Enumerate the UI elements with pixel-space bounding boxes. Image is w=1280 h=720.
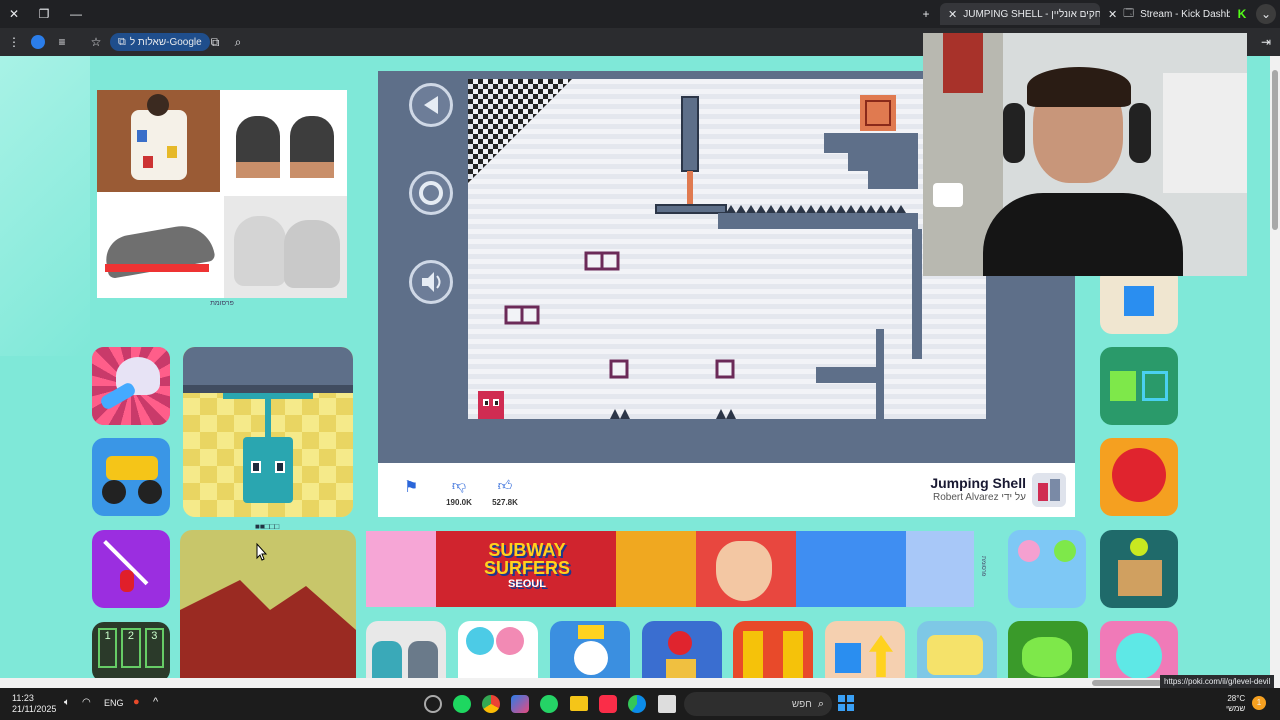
vertical-scrollbar[interactable] <box>1270 56 1280 678</box>
tab-search-icon[interactable]: ⌄ <box>1256 4 1276 24</box>
task-view-icon[interactable] <box>658 695 676 713</box>
game-title: Jumping Shell <box>930 475 1026 491</box>
close-window-icon[interactable]: ✕ <box>4 4 24 24</box>
game-thumbnail-icon <box>1032 473 1066 507</box>
star-icon[interactable]: ☆ <box>86 32 106 52</box>
like-button[interactable]: 👍︎ 527.8K <box>488 477 522 507</box>
microphone-icon[interactable]: ● <box>133 696 140 708</box>
ad-sneaker-image-1[interactable] <box>224 90 347 192</box>
game-title-block: Jumping Shell Robert Alvarez על ידי <box>898 475 1026 503</box>
subway-surfers-banner[interactable]: SUBWAY SURFERS SEOUL <box>366 531 974 607</box>
game-tile-numbers[interactable]: 1 2 3 <box>92 622 170 678</box>
game-tile-bubble[interactable] <box>1100 621 1178 678</box>
dislike-button[interactable]: 👎︎ 190.0K <box>442 477 476 507</box>
kick-icon[interactable]: K <box>1232 4 1252 24</box>
thumbs-up-icon: 👍︎ <box>497 477 513 493</box>
tab-jumping-shell[interactable]: ✕ JUMPING SHELL - משחקים אונליין <box>940 3 1100 25</box>
extension-icon[interactable] <box>28 32 48 52</box>
restart-button[interactable] <box>409 171 453 215</box>
tab-favicon-icon: 🗔 <box>1123 7 1135 19</box>
game-tile-tug[interactable] <box>1008 530 1086 608</box>
m365-icon[interactable] <box>511 695 529 713</box>
back-button[interactable] <box>409 83 453 127</box>
game-tile-green-square[interactable] <box>1100 347 1178 425</box>
spotify-icon[interactable] <box>453 695 471 713</box>
search-icon: ⌕ <box>817 697 824 710</box>
tab-close-icon[interactable]: ✕ <box>1108 8 1117 21</box>
obs-icon[interactable] <box>424 695 442 713</box>
game-tile-snake[interactable] <box>917 621 997 678</box>
game-tile-blue-block[interactable] <box>1100 266 1178 334</box>
game-tile-apple[interactable] <box>642 621 722 678</box>
webcam-overlay <box>923 33 1247 276</box>
tab-bar: ✕ ❐ — + ✕ JUMPING SHELL - משחקים אונליין… <box>0 0 1280 28</box>
tab-label: Stream - Kick Dashboard <box>1140 8 1230 20</box>
game-info-bar: ⚑ 👎︎ 190.0K 👍︎ 527.8K Jumping Shell Robe… <box>378 463 1075 517</box>
new-tab-icon[interactable]: + <box>916 4 936 24</box>
restore-window-icon[interactable]: ❐ <box>34 4 54 24</box>
banner-ad-label: פרסומת <box>980 556 986 577</box>
game-tile-xl[interactable] <box>733 621 813 678</box>
chrome-icon[interactable] <box>482 695 500 713</box>
ad-block[interactable] <box>97 90 347 298</box>
ad-sneaker-image-2[interactable] <box>97 196 220 298</box>
game-tile-monster-truck[interactable] <box>92 438 170 516</box>
google-chip[interactable]: ⧉ שאלות ל-Google <box>110 33 210 51</box>
level-area <box>468 79 986 419</box>
weather-widget[interactable]: 28°C שמשי <box>1226 694 1245 714</box>
horizontal-scrollbar[interactable] <box>0 678 1280 688</box>
camera-icon: ⧉ <box>118 35 126 48</box>
wifi-icon[interactable]: ◠ <box>82 697 91 708</box>
taskbar: 11:23 21/11/2025 🔈︎ ◠ ENG ● ^ חפש ⌕ 28°C… <box>0 688 1280 720</box>
ad-label: פרסומת <box>210 300 234 307</box>
notification-badge[interactable]: 1 <box>1252 696 1266 710</box>
tab-label: JUMPING SHELL - משחקים אונליין <box>963 8 1100 20</box>
music-icon[interactable] <box>599 695 617 713</box>
ad-sneaker-image-3[interactable] <box>224 196 347 298</box>
game-tile-king[interactable] <box>550 621 630 678</box>
game-tile-mountain[interactable] <box>180 530 356 678</box>
search-box[interactable]: חפש ⌕ <box>684 692 832 716</box>
reading-list-icon[interactable]: ≡ <box>52 32 72 52</box>
game-tile-box[interactable] <box>1100 530 1178 608</box>
game-tile-stickman[interactable] <box>92 530 170 608</box>
tab-close-icon[interactable]: ✕ <box>948 8 957 21</box>
mouse-cursor-icon <box>254 542 268 562</box>
game-tile-jumping-shell-featured[interactable] <box>183 347 353 517</box>
edge-icon[interactable] <box>628 695 646 713</box>
minimize-window-icon[interactable]: — <box>66 4 86 24</box>
thumbs-down-icon: 👎︎ <box>451 477 467 493</box>
speaker-icon[interactable]: 🔈︎ <box>64 697 70 708</box>
ad-shirt-image[interactable] <box>97 90 220 192</box>
tab-kick-dashboard[interactable]: ✕ 🗔 Stream - Kick Dashboard <box>1100 3 1230 25</box>
status-url-tooltip: https://poki.com/il/g/level-devil <box>1160 675 1275 688</box>
clock[interactable]: 11:23 21/11/2025 <box>12 693 56 715</box>
whatsapp-icon[interactable] <box>540 695 558 713</box>
sound-button[interactable] <box>409 260 453 304</box>
report-flag-icon[interactable]: ⚑ <box>404 477 424 497</box>
menu-icon[interactable]: ⋮ <box>4 32 24 52</box>
game-tile-twins[interactable] <box>366 621 446 678</box>
banner-title: SUBWAY SURFERS SEOUL <box>483 540 570 590</box>
game-tile-love-balls[interactable] <box>458 621 538 678</box>
bg-decoration <box>0 56 90 356</box>
game-tile-arrow-box[interactable] <box>825 621 905 678</box>
game-author: Robert Alvarez על ידי <box>932 492 1026 503</box>
file-explorer-icon[interactable] <box>570 696 588 711</box>
start-icon[interactable] <box>838 695 854 711</box>
game-tile-slime[interactable] <box>1008 621 1088 678</box>
language-indicator[interactable]: ENG <box>104 698 124 708</box>
game-tile-red-ball[interactable] <box>1100 438 1178 516</box>
game-tile-ghost[interactable] <box>92 347 170 425</box>
zoom-icon[interactable]: ⌕ <box>228 32 248 52</box>
tray-chevron-icon[interactable]: ^ <box>153 696 158 708</box>
forward-icon[interactable]: ⇥ <box>1256 32 1276 52</box>
install-icon[interactable]: ⧉ <box>205 32 225 52</box>
